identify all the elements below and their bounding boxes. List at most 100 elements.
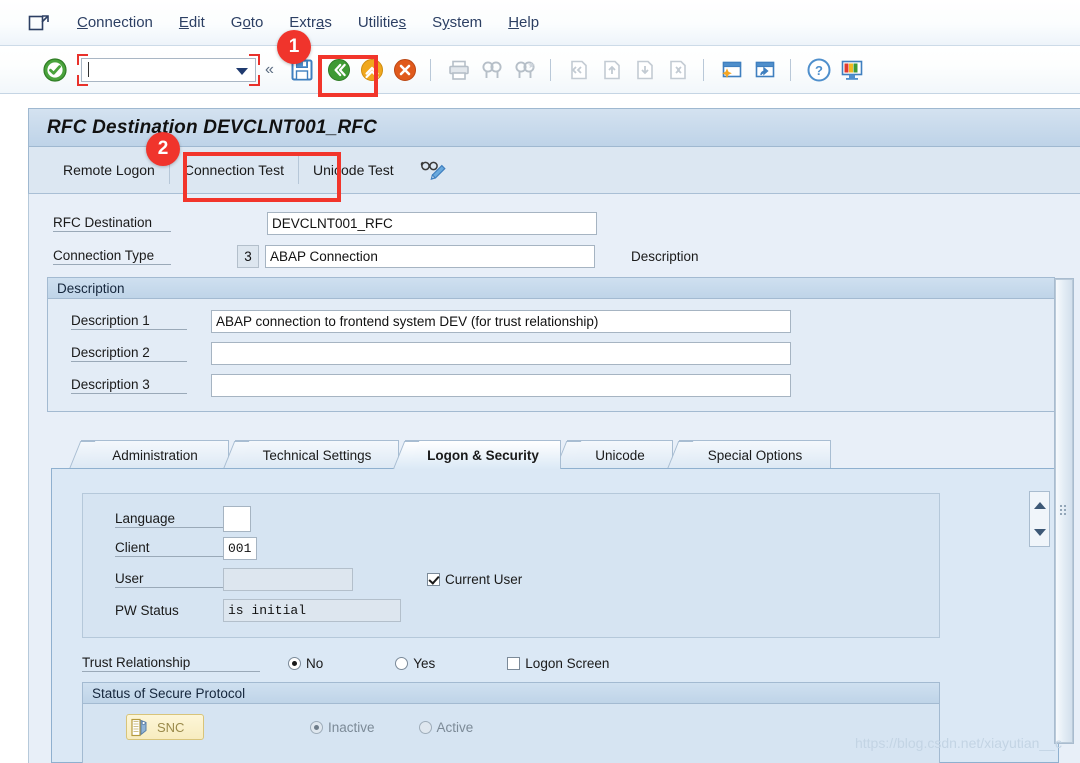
toolbar-separator — [702, 58, 704, 81]
find-icon[interactable] — [479, 57, 505, 83]
toolbar-separator — [789, 58, 791, 81]
exit-yellow-icon[interactable] — [359, 57, 385, 83]
tab-label-special-options: Special Options — [707, 447, 803, 463]
tab-label-unicode: Unicode — [595, 447, 645, 463]
snc-inactive-radio-dot[interactable] — [310, 720, 323, 734]
previous-page-icon[interactable] — [599, 57, 625, 83]
screen-title-bar: RFC Destination DEVCLNT001_RFC — [28, 108, 1080, 147]
pw-status-label: PW Status — [115, 602, 179, 618]
description-3-label: Description 3 — [71, 377, 187, 394]
menu-item-edit[interactable]: Edit — [166, 12, 218, 33]
svg-text:?: ? — [815, 63, 823, 78]
current-user-checkbox-box[interactable] — [427, 573, 440, 586]
trust-yes-radio[interactable]: Yes — [395, 656, 435, 671]
next-page-icon[interactable] — [632, 57, 658, 83]
first-page-icon[interactable] — [566, 57, 592, 83]
tab-strip: Administration Technical Settings Logon … — [51, 440, 1059, 469]
window-list-icon[interactable] — [28, 13, 50, 33]
panel-scroll-arrows[interactable] — [1029, 491, 1050, 547]
last-page-icon[interactable] — [665, 57, 691, 83]
pw-status-value: is initial — [223, 599, 401, 622]
tab-label-logon-security: Logon & Security — [427, 447, 539, 463]
focus-bracket-tr — [249, 53, 260, 65]
menu-item-system[interactable]: System — [419, 12, 495, 33]
current-user-checkbox[interactable]: Current User — [427, 572, 522, 587]
scrollbar-grip-icon — [1060, 505, 1068, 517]
scroll-down-icon[interactable] — [1030, 519, 1049, 546]
annotation-badge-2: 2 — [146, 132, 180, 166]
help-icon[interactable]: ? — [806, 57, 832, 83]
logon-screen-label: Logon Screen — [525, 656, 610, 671]
toolbar-separator — [549, 58, 551, 81]
menu-item-goto[interactable]: Goto — [218, 12, 277, 33]
tab-technical-settings[interactable]: Technical Settings — [223, 440, 399, 469]
user-row: User Current User — [115, 568, 522, 591]
pw-status-row: PW Status is initial — [115, 599, 401, 622]
create-shortcut-icon[interactable] — [752, 57, 778, 83]
trust-no-radio-dot[interactable] — [288, 657, 301, 670]
description-1-label: Description 1 — [71, 313, 187, 330]
double-chevron-left-icon[interactable]: « — [265, 61, 274, 79]
tab-label-administration: Administration — [112, 447, 198, 463]
vertical-scrollbar[interactable] — [1054, 278, 1074, 744]
customize-local-layout-icon[interactable] — [839, 57, 865, 83]
text-caret — [88, 62, 89, 77]
menu-item-extras[interactable]: Extras — [276, 12, 345, 33]
connection-type-text-input[interactable]: ABAP Connection — [265, 245, 595, 268]
snc-inactive-radio[interactable]: Inactive — [310, 720, 375, 735]
menu-item-help[interactable]: Help — [495, 12, 552, 33]
snc-active-radio[interactable]: Active — [418, 720, 473, 735]
trust-relationship-row: Trust Relationship No Yes Logon Screen — [82, 655, 609, 672]
logon-screen-checkbox[interactable]: Logon Screen — [507, 656, 609, 671]
trust-yes-radio-dot[interactable] — [395, 657, 409, 670]
enter-green-check-icon[interactable] — [42, 57, 68, 83]
print-icon[interactable] — [446, 57, 472, 83]
create-session-icon[interactable] — [719, 57, 745, 83]
command-field-wrapper — [77, 53, 260, 86]
trust-no-radio[interactable]: No — [288, 656, 323, 671]
user-input[interactable] — [223, 568, 353, 591]
current-user-label: Current User — [445, 572, 523, 587]
snc-inactive-label: Inactive — [328, 719, 375, 735]
tab-administration[interactable]: Administration — [69, 440, 229, 469]
description-1-input[interactable]: ABAP connection to frontend system DEV (… — [211, 310, 791, 333]
menu-item-connection[interactable]: CConnectiononnection — [64, 12, 166, 33]
connection-type-code-input[interactable]: 3 — [237, 245, 259, 268]
snc-button-label: SNC — [157, 719, 185, 735]
toolbar-separator — [429, 58, 431, 81]
cancel-red-icon[interactable] — [392, 57, 418, 83]
connection-test-button[interactable]: Connection Test — [168, 156, 298, 184]
tab-label-technical-settings: Technical Settings — [262, 447, 372, 463]
menu-item-utilities[interactable]: Utilities — [345, 12, 419, 33]
tab-left-edge — [69, 441, 96, 469]
glasses-pencil-icon[interactable] — [418, 157, 448, 183]
command-field[interactable] — [81, 57, 256, 82]
client-input[interactable]: 001 — [223, 537, 257, 560]
find-next-icon[interactable] — [512, 57, 538, 83]
user-label: User — [115, 571, 223, 588]
snc-key-icon — [131, 718, 148, 737]
logon-screen-checkbox-box[interactable] — [507, 657, 521, 670]
language-input[interactable] — [223, 506, 251, 532]
focus-bracket-bl — [77, 74, 88, 86]
rfc-destination-input[interactable]: DEVCLNT001_RFC — [267, 212, 597, 235]
chevron-down-icon[interactable] — [236, 67, 248, 75]
logon-credentials-frame: Language Client 001 User Current User PW… — [82, 493, 940, 638]
snc-active-radio-dot[interactable] — [418, 720, 432, 734]
connection-type-row: Connection Type 3 ABAP Connection Descri… — [53, 245, 699, 268]
tab-unicode[interactable]: Unicode — [555, 440, 673, 469]
rfc-destination-label: RFC Destination — [53, 215, 171, 232]
trust-relationship-label: Trust Relationship — [82, 655, 260, 672]
scroll-up-icon[interactable] — [1030, 492, 1049, 519]
description-2-input[interactable] — [211, 342, 791, 365]
vertical-scrollbar-thumb[interactable] — [1055, 279, 1073, 743]
unicode-test-button[interactable]: Unicode Test — [297, 156, 408, 184]
snc-button[interactable]: SNC — [126, 714, 204, 740]
tab-special-options[interactable]: Special Options — [667, 440, 831, 469]
description-3-input[interactable] — [211, 374, 791, 397]
description-1-row: Description 1 ABAP connection to fronten… — [71, 310, 791, 333]
tab-logon-security[interactable]: Logon & Security — [393, 440, 561, 469]
back-green-icon[interactable] — [326, 57, 352, 83]
focus-bracket-tl — [77, 53, 88, 65]
description-3-row: Description 3 — [71, 374, 791, 397]
